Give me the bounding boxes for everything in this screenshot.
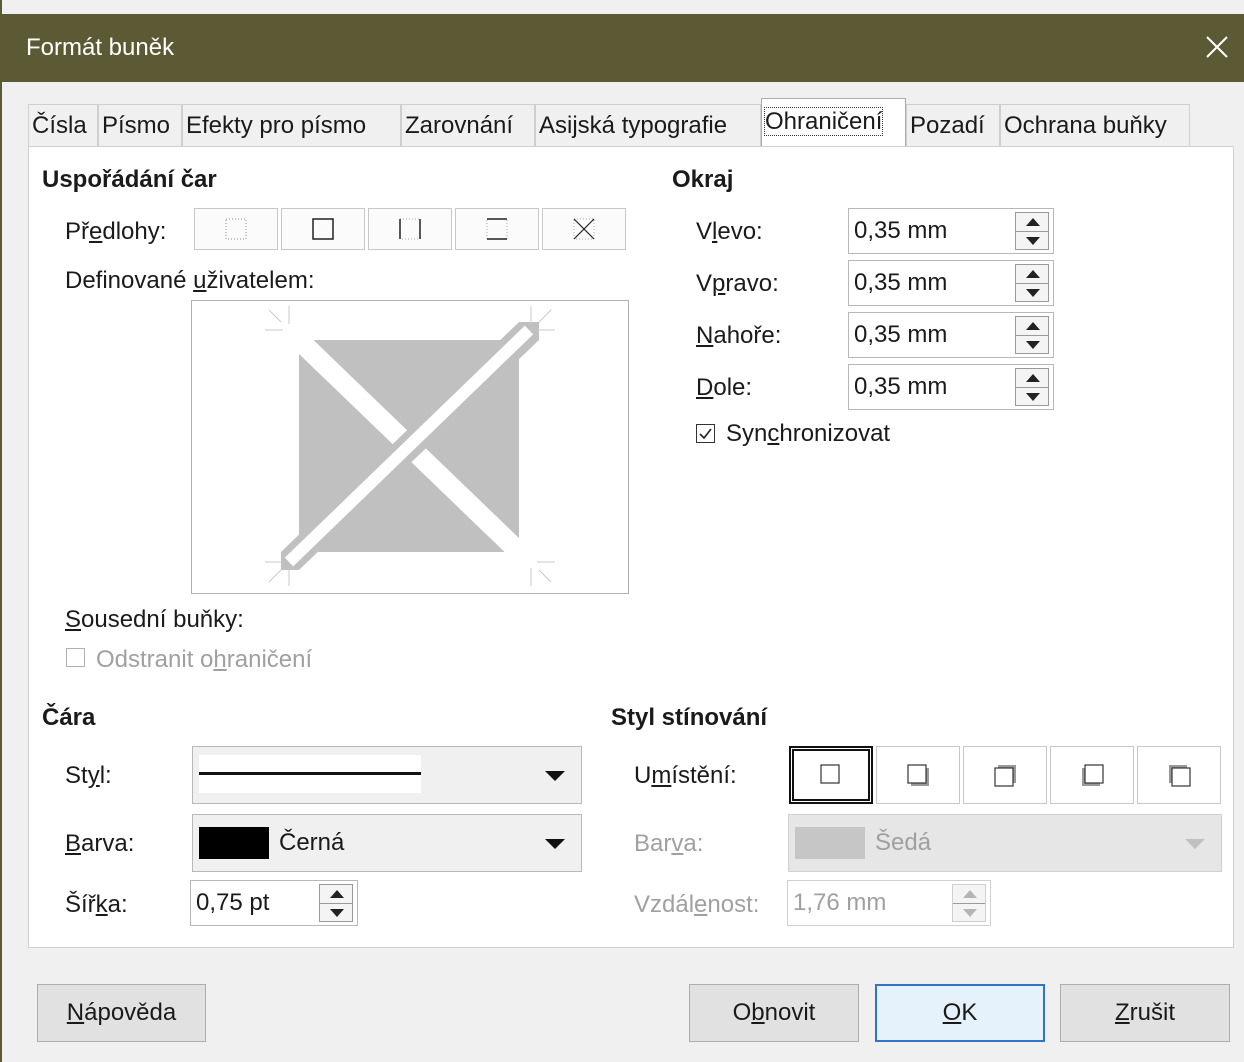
padding-bottom-spin[interactable]: 0,35 mm <box>848 364 1054 410</box>
shadow-none-button[interactable] <box>789 746 873 804</box>
color-swatch <box>199 827 269 859</box>
line-color-value: Černá <box>279 829 345 856</box>
presets-label: Předlohy: <box>65 218 167 245</box>
chevron-down-icon <box>545 771 565 781</box>
synchronize-checkbox[interactable] <box>696 424 716 444</box>
shadow-top-right-icon <box>994 765 1016 787</box>
line-style-label: Styl: <box>65 762 112 789</box>
shadow-distance-spin-buttons[interactable] <box>952 884 986 922</box>
tab-zarovnani[interactable]: Zarovnání <box>401 104 535 146</box>
shadow-distance-label: Vzdálenost: <box>634 891 760 918</box>
padding-right-spin-buttons[interactable] <box>1015 264 1049 302</box>
preset-no-borders[interactable] <box>194 208 278 250</box>
no-borders-icon <box>225 218 247 240</box>
close-icon[interactable] <box>1202 32 1232 62</box>
shadow-position-label: Umístění: <box>634 762 737 789</box>
shadow-top-left-button[interactable] <box>1137 746 1221 804</box>
diagonal-borders-icon <box>573 218 595 240</box>
padding-top-spin-buttons[interactable] <box>1015 316 1049 354</box>
ok-button[interactable]: OK <box>875 984 1045 1042</box>
shadow-top-left-icon <box>1169 765 1191 787</box>
preset-diagonal-borders[interactable] <box>542 208 626 250</box>
shadow-top-right-button[interactable] <box>963 746 1047 804</box>
line-style-dropdown[interactable] <box>192 746 582 804</box>
chevron-down-icon <box>1185 839 1205 849</box>
adjacent-cells-label: Sousední buňky: <box>65 606 244 633</box>
tab-asijska[interactable]: Asijská typografie <box>535 104 761 146</box>
line-color-label: Barva: <box>65 830 135 857</box>
shadow-color-value: Šedá <box>875 829 932 856</box>
shadow-distance-spin[interactable]: 1,76 mm <box>787 880 991 926</box>
outer-border-icon <box>312 218 334 240</box>
dialog-title: Formát buněk <box>26 34 175 61</box>
color-swatch <box>795 827 865 859</box>
shadow-heading: Styl stínování <box>611 704 768 731</box>
padding-top-spin[interactable]: 0,35 mm <box>848 312 1054 358</box>
tab-ochrana[interactable]: Ochrana buňky <box>1000 104 1190 146</box>
padding-heading: Okraj <box>672 166 734 193</box>
line-width-spin[interactable]: 0,75 pt <box>190 880 358 926</box>
synchronize-label[interactable]: Synchronizovat <box>726 420 890 448</box>
line-arrangement-heading: Uspořádání čar <box>42 166 217 193</box>
shadow-color-label: Barva: <box>634 830 704 857</box>
line-width-spin-buttons[interactable] <box>319 884 353 922</box>
preset-left-right-borders[interactable] <box>368 208 452 250</box>
padding-left-label: Vlevo: <box>696 218 763 245</box>
padding-left-spin-buttons[interactable] <box>1015 212 1049 250</box>
tab-ohraniceni[interactable]: Ohraničení <box>761 98 906 147</box>
help-button[interactable]: Nápověda <box>37 984 206 1042</box>
top-bottom-borders-icon <box>486 218 508 240</box>
padding-bottom-spin-buttons[interactable] <box>1015 368 1049 406</box>
padding-right-label: Vpravo: <box>696 270 779 297</box>
remove-border-checkbox[interactable] <box>66 648 86 668</box>
shadow-bottom-left-icon <box>1082 764 1104 786</box>
shadow-color-dropdown[interactable]: Šedá <box>788 814 1222 872</box>
shadow-bottom-right-icon <box>907 764 929 786</box>
tab-pozadi[interactable]: Pozadí <box>906 104 1000 146</box>
title-bar: Formát buněk <box>2 14 1244 82</box>
cancel-button[interactable]: Zrušit <box>1060 984 1230 1042</box>
left-right-borders-icon <box>399 218 421 240</box>
shadow-bottom-right-button[interactable] <box>876 746 960 804</box>
chevron-down-icon <box>545 839 565 849</box>
preset-outer-border[interactable] <box>281 208 365 250</box>
remove-border-label: Odstranit ohraničení <box>96 646 313 673</box>
preset-top-bottom-borders[interactable] <box>455 208 539 250</box>
line-color-dropdown[interactable]: Černá <box>192 814 582 872</box>
line-width-label: Šířka: <box>65 891 128 918</box>
dialog-window: Formát buněk Čísla Písmo Efekty pro písm… <box>0 0 1244 1062</box>
padding-left-spin[interactable]: 0,35 mm <box>848 208 1054 254</box>
line-heading: Čára <box>42 704 96 731</box>
padding-bottom-label: Dole: <box>696 374 753 401</box>
padding-top-label: Nahoře: <box>696 322 782 349</box>
line-style-preview <box>199 755 421 793</box>
tab-pismo[interactable]: Písmo <box>98 104 182 146</box>
no-shadow-icon <box>820 764 840 784</box>
tab-efekty[interactable]: Efekty pro písmo <box>182 104 401 146</box>
border-preview[interactable] <box>191 300 629 594</box>
reset-button[interactable]: Obnovit <box>689 984 859 1042</box>
padding-right-spin[interactable]: 0,35 mm <box>848 260 1054 306</box>
tab-cisla[interactable]: Čísla <box>28 104 98 146</box>
user-defined-label: Definované uživatelem: <box>65 267 315 294</box>
shadow-bottom-left-button[interactable] <box>1050 746 1134 804</box>
